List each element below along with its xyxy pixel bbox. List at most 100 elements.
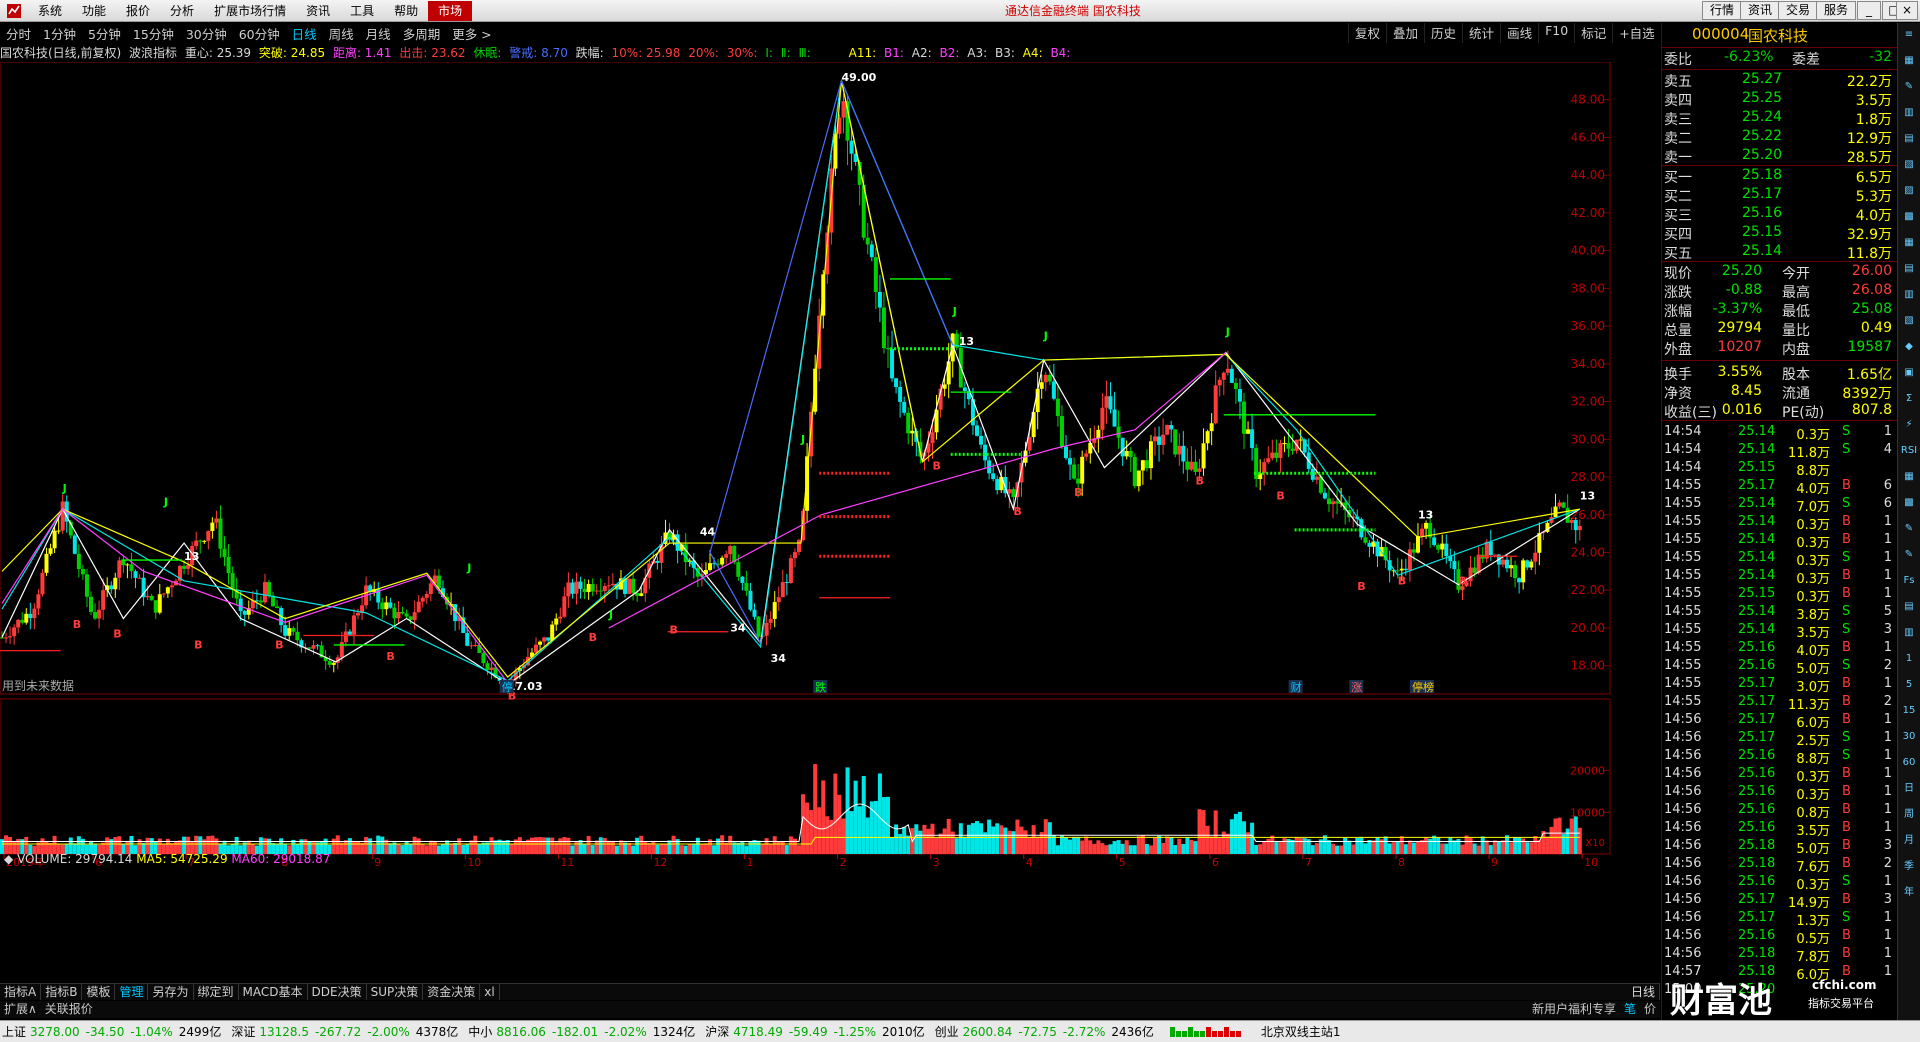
- tool-overlay[interactable]: 叠加: [1386, 23, 1424, 43]
- sidebar-tool-icon[interactable]: ▧: [1900, 157, 1918, 173]
- period-30min[interactable]: 30分钟: [180, 24, 233, 43]
- sidebar-tool-icon[interactable]: ▩: [1900, 209, 1918, 225]
- related-quote-button[interactable]: 关联报价: [41, 1001, 97, 1018]
- event-marker[interactable]: 停榜: [1412, 680, 1434, 694]
- sidebar-tool-icon[interactable]: ✎: [1900, 547, 1918, 563]
- sidebar-tool-icon[interactable]: ▤: [1900, 131, 1918, 147]
- tab-dde[interactable]: DDE决策: [308, 984, 367, 1000]
- sidebar-tool-icon[interactable]: 月: [1900, 833, 1918, 849]
- sidebar-tool-icon[interactable]: ▦: [1900, 235, 1918, 251]
- sidebar-tool-icon[interactable]: ▩: [1900, 495, 1918, 511]
- period-5min[interactable]: 5分钟: [82, 24, 127, 43]
- event-marker[interactable]: 跌: [815, 680, 826, 694]
- period-tick[interactable]: 分时: [0, 24, 37, 43]
- menu-help[interactable]: 帮助: [384, 2, 428, 19]
- tab-indicator-b[interactable]: 指标B: [41, 984, 83, 1000]
- period-60min[interactable]: 60分钟: [233, 24, 286, 43]
- sidebar-tool-icon[interactable]: ▥: [1900, 287, 1918, 303]
- index-quote[interactable]: 创业 2600.84 -72.75 -2.72% 2436亿: [933, 1023, 1162, 1040]
- sidebar-tool-icon[interactable]: 1: [1900, 651, 1918, 667]
- tab-xl[interactable]: xl: [480, 984, 500, 1000]
- menu-extended-market[interactable]: 扩展市场行情: [204, 2, 296, 19]
- sidebar-tool-icon[interactable]: ≡: [1900, 27, 1918, 43]
- sidebar-tool-icon[interactable]: ✎: [1900, 79, 1918, 95]
- bid-row[interactable]: 买三 25.16 4.0万: [1664, 205, 1894, 224]
- top-button-trade[interactable]: 交易: [1778, 1, 1819, 20]
- event-marker[interactable]: 停: [502, 680, 513, 694]
- bid-row[interactable]: 买二 25.17 5.3万: [1664, 186, 1894, 205]
- ask-row[interactable]: 卖五 25.27 22.2万: [1664, 71, 1894, 90]
- ask-row[interactable]: 卖四 25.25 3.5万: [1664, 90, 1894, 109]
- tab-save-as[interactable]: 另存为: [148, 984, 194, 1000]
- tab-stroke[interactable]: 笔: [1620, 1001, 1640, 1018]
- sidebar-tool-icon[interactable]: ▧: [1900, 313, 1918, 329]
- tab-sup[interactable]: SUP决策: [367, 984, 424, 1000]
- menu-news[interactable]: 资讯: [296, 2, 340, 19]
- tab-price[interactable]: 价: [1640, 1001, 1660, 1018]
- index-quote[interactable]: 上证 3278.00 -34.50 -1.04% 2499亿: [0, 1023, 229, 1040]
- sidebar-tool-icon[interactable]: 季: [1900, 859, 1918, 875]
- sidebar-tool-icon[interactable]: ▦: [1900, 469, 1918, 485]
- sidebar-tool-icon[interactable]: ▣: [1900, 365, 1918, 381]
- menu-system[interactable]: 系统: [28, 2, 72, 19]
- menu-quote[interactable]: 报价: [116, 2, 160, 19]
- sidebar-tool-icon[interactable]: 5: [1900, 677, 1918, 693]
- indicator-name[interactable]: 波浪指标: [129, 46, 177, 60]
- close-button[interactable]: ×: [1896, 1, 1918, 20]
- sidebar-tool-icon[interactable]: 周: [1900, 807, 1918, 823]
- expand-button[interactable]: 扩展∧: [0, 1001, 41, 1018]
- tab-bind[interactable]: 绑定到: [194, 984, 239, 1000]
- sidebar-tool-icon[interactable]: 年: [1900, 885, 1918, 901]
- bid-row[interactable]: 买四 25.15 32.9万: [1664, 224, 1894, 243]
- tool-adjust[interactable]: 复权: [1348, 23, 1386, 43]
- tool-draw[interactable]: 画线: [1500, 23, 1538, 43]
- top-button-news[interactable]: 资讯: [1740, 1, 1781, 20]
- period-multi[interactable]: 多周期: [397, 24, 447, 43]
- index-quote[interactable]: 中小 8816.06 -182.01 -2.02% 1324亿: [466, 1023, 703, 1040]
- period-15min[interactable]: 15分钟: [127, 24, 180, 43]
- sidebar-tool-icon[interactable]: 日: [1900, 781, 1918, 797]
- tool-f10[interactable]: F10: [1538, 23, 1574, 43]
- menu-market[interactable]: 市场: [428, 0, 473, 21]
- tool-stats[interactable]: 统计: [1462, 23, 1500, 43]
- tool-mark[interactable]: 标记: [1574, 23, 1612, 43]
- sidebar-tool-icon[interactable]: Σ: [1900, 391, 1918, 407]
- sidebar-tool-icon[interactable]: 30: [1900, 729, 1918, 745]
- ask-row[interactable]: 卖一 25.20 28.5万: [1664, 147, 1894, 166]
- tool-history[interactable]: 历史: [1424, 23, 1462, 43]
- tool-add-watchlist[interactable]: +自选: [1612, 23, 1660, 43]
- bid-row[interactable]: 买五 25.14 11.8万: [1664, 243, 1894, 262]
- index-quote[interactable]: 沪深 4718.49 -59.49 -1.25% 2010亿: [703, 1023, 932, 1040]
- sidebar-tool-icon[interactable]: ▨: [1900, 183, 1918, 199]
- sidebar-tool-icon[interactable]: ▤: [1900, 599, 1918, 615]
- index-quote[interactable]: 深证 13128.5 -267.72 -2.00% 4378亿: [229, 1023, 466, 1040]
- period-1min[interactable]: 1分钟: [37, 24, 82, 43]
- ask-row[interactable]: 卖二 25.22 12.9万: [1664, 128, 1894, 147]
- tab-fund[interactable]: 资金决策: [423, 984, 481, 1000]
- event-marker[interactable]: 涨: [1351, 681, 1362, 694]
- menu-analysis[interactable]: 分析: [160, 2, 204, 19]
- sidebar-tool-icon[interactable]: ▥: [1900, 625, 1918, 641]
- top-button-quote[interactable]: 行情: [1702, 1, 1743, 20]
- tab-template[interactable]: 模板: [82, 984, 116, 1000]
- sidebar-tool-icon[interactable]: ▤: [1900, 261, 1918, 277]
- sidebar-tool-icon[interactable]: 60: [1900, 755, 1918, 771]
- sidebar-tool-icon[interactable]: ✎: [1900, 521, 1918, 537]
- sidebar-tool-icon[interactable]: ◆: [1900, 339, 1918, 355]
- tab-manage[interactable]: 管理: [115, 984, 149, 1000]
- sidebar-tool-icon[interactable]: ⚡: [1900, 417, 1918, 433]
- sidebar-tool-icon[interactable]: ▦: [1900, 53, 1918, 69]
- sidebar-tool-icon[interactable]: RSI: [1900, 443, 1918, 459]
- promo-link[interactable]: 新用户福利专享: [1528, 1001, 1620, 1018]
- period-weekly[interactable]: 周线: [323, 24, 360, 43]
- kline-chart[interactable]: 48.00 46.00 44.00 42.00 40.00 38.00 36.00 34.00…: [0, 62, 1660, 982]
- period-more[interactable]: 更多 >: [446, 24, 497, 43]
- sidebar-tool-icon[interactable]: Fs: [1900, 573, 1918, 589]
- sidebar-tool-icon[interactable]: 15: [1900, 703, 1918, 719]
- top-button-service[interactable]: 服务: [1816, 1, 1857, 20]
- event-marker[interactable]: 财: [1291, 680, 1302, 694]
- sidebar-tool-icon[interactable]: ▥: [1900, 105, 1918, 121]
- minimize-button[interactable]: _: [1857, 1, 1881, 20]
- tab-indicator-a[interactable]: 指标A: [0, 984, 42, 1000]
- bid-row[interactable]: 买一 25.18 6.5万: [1664, 167, 1894, 186]
